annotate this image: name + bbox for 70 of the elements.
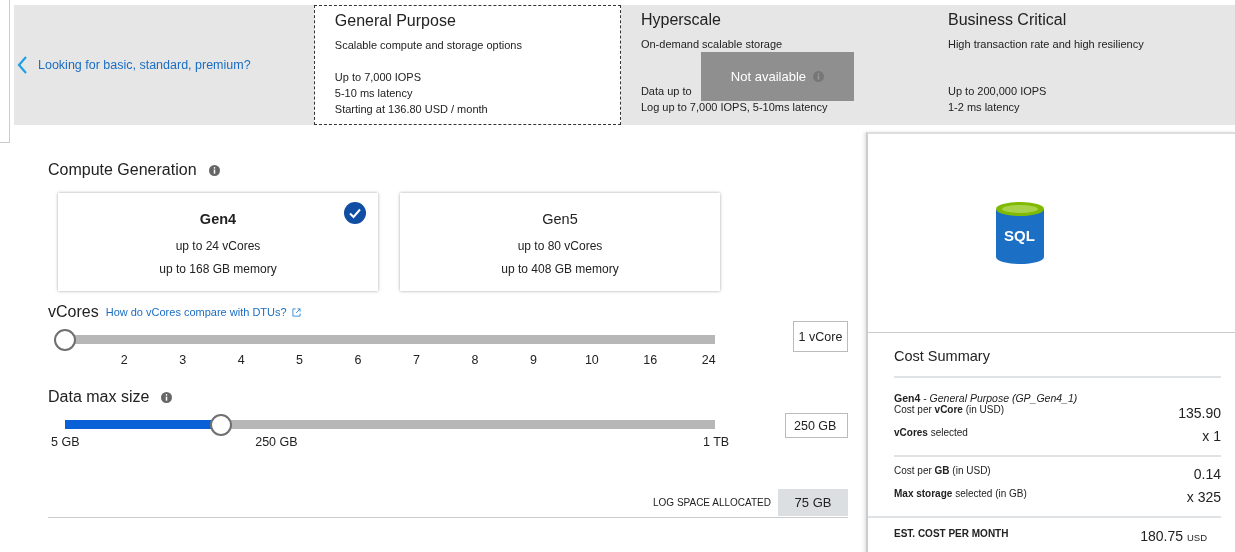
tick-label: 3 [178, 353, 188, 367]
tier-description: Scalable compute and storage options [334, 39, 523, 51]
tier-detail: 5-10 ms latency [334, 86, 414, 101]
section-title: Data max size [48, 388, 150, 406]
tier-description: On-demand scalable storage [640, 38, 784, 50]
tier-name: Business Critical [947, 11, 1068, 29]
max-label: 1 TB [703, 435, 730, 449]
tier-description: High transaction rate and high resiliency [947, 38, 1145, 50]
tier-detail: Log up to 7,000 IOPS, 5-10ms latency [640, 100, 829, 115]
total-value: 180.75 [1140, 528, 1184, 544]
plan-name: Gen4 - General Purpose (GP_Gen4_1) [894, 392, 1079, 404]
cost-label: Cost per vCore (in USD) [894, 404, 1005, 415]
cost-summary-title: Cost Summary [894, 348, 1221, 378]
not-available-label: Not available [730, 69, 806, 84]
external-link-icon [291, 307, 301, 317]
generation-name: Gen5 [542, 211, 578, 227]
tick-label: 8 [470, 353, 480, 367]
info-icon [161, 391, 173, 403]
section-title: Compute Generation [48, 161, 197, 179]
info-icon [813, 71, 824, 82]
generation-card[interactable]: Gen4 up to 24 vCores up to 168 GB memory [58, 193, 378, 291]
checkmark-icon [344, 202, 366, 224]
vcore-input[interactable]: 1 vCore [793, 321, 848, 352]
cost-label: vCores selected [894, 427, 968, 438]
tier-option[interactable]: General Purpose Scalable compute and storage options Up to 7,000 IOPS 5-10 ms latency Starting at 136.80 USD / month [313, 5, 621, 125]
tick-label: 24 [700, 353, 717, 367]
cost-label: Cost per GB (in USD) [894, 465, 991, 476]
database-logo: SQL [994, 201, 1045, 265]
section-title: vCores [48, 303, 99, 321]
cost-value: 0.14 [1193, 466, 1221, 482]
cost-label: Max storage selected (in GB) [894, 488, 1027, 499]
currency-label: USD [1186, 532, 1207, 543]
compare-link[interactable]: How do vCores compare with DTUs? [105, 306, 287, 318]
tier-detail: Up to 200,000 IOPS [947, 84, 1048, 99]
log-space-label: LOG SPACE ALLOCATED [653, 497, 771, 508]
tier-detail: Up to 7,000 IOPS [334, 70, 423, 85]
generation-spec: up to 80 vCores [516, 238, 604, 255]
tier-option[interactable]: Business Critical High transaction rate and high resiliency Up to 200,000 IOPS 1-2 ms latency [927, 5, 1235, 125]
total-label: EST. COST PER MONTH [894, 528, 1009, 541]
current-label: 250 GB [255, 435, 298, 449]
tier-detail: 1-2 ms latency [947, 100, 1021, 115]
generation-spec: up to 168 GB memory [158, 261, 278, 278]
info-icon [208, 164, 220, 176]
tier-detail: Data up to [640, 84, 693, 99]
back-link[interactable]: Looking for basic, standard, premium? [14, 5, 314, 125]
cost-value: x 325 [1186, 489, 1221, 505]
tick-label: 9 [528, 353, 538, 367]
tick-label: 7 [412, 353, 421, 367]
tick-label: 6 [353, 353, 363, 367]
tier-name: General Purpose [334, 12, 457, 30]
slider-handle[interactable] [210, 414, 232, 436]
cost-value: 135.90 [1178, 405, 1221, 421]
log-space-value: 75 GB [778, 489, 848, 516]
tick-label: 16 [642, 353, 659, 367]
slider-handle[interactable] [54, 329, 76, 351]
tick-label: 5 [295, 353, 305, 367]
generation-spec: up to 24 vCores [174, 238, 262, 255]
min-label: 5 GB [51, 435, 80, 449]
tier-detail: Starting at 136.80 USD / month [334, 102, 489, 117]
tier-option[interactable]: Hyperscale On-demand scalable storage Not available Data up to Log up to 7,000 IOPS, 5-10ms latency [620, 5, 928, 125]
chevron-left-icon [16, 55, 28, 75]
tier-name: Hyperscale [640, 11, 722, 29]
generation-card[interactable]: Gen5 up to 80 vCores up to 408 GB memory [400, 193, 720, 291]
size-input[interactable]: 250 GB [785, 413, 848, 438]
tick-label: 2 [119, 353, 129, 367]
tick-label: 4 [236, 353, 246, 367]
generation-name: Gen4 [199, 211, 237, 227]
generation-spec: up to 408 GB memory [500, 261, 620, 278]
tick-label: 10 [583, 353, 600, 367]
cost-value: x 1 [1202, 428, 1221, 444]
